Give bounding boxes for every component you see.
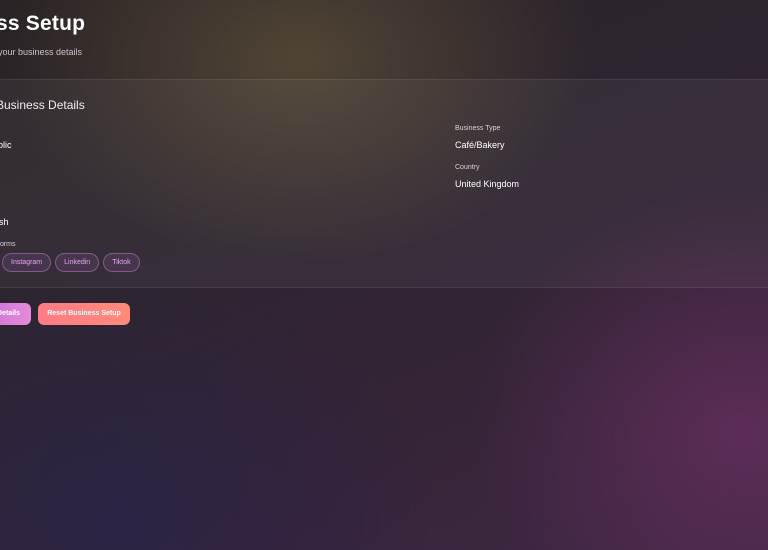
platforms-label: forms	[0, 241, 16, 248]
platform-chips: Instagram Linkedin Tiktok	[0, 253, 140, 272]
country-label: Country	[455, 164, 480, 171]
language-value: sh	[0, 217, 9, 227]
business-type-value: Café/Bakery	[455, 140, 505, 150]
page-subtitle: your business details	[0, 47, 83, 57]
save-details-button[interactable]: Details	[0, 303, 31, 325]
platform-chip-linkedin: Linkedin	[55, 253, 100, 272]
business-setup-page: ss Setup your business details Business …	[0, 0, 768, 550]
platform-chip-tiktok: Tiktok	[103, 253, 140, 272]
business-type-label: Business Type	[455, 125, 501, 132]
page-title: ss Setup	[0, 12, 86, 35]
country-value: United Kingdom	[455, 179, 520, 189]
section-title: Business Details	[0, 98, 85, 112]
field-value: blic	[0, 140, 12, 150]
reset-business-setup-button[interactable]: Reset Business Setup	[38, 303, 130, 325]
platform-chip-instagram: Instagram	[2, 253, 52, 272]
